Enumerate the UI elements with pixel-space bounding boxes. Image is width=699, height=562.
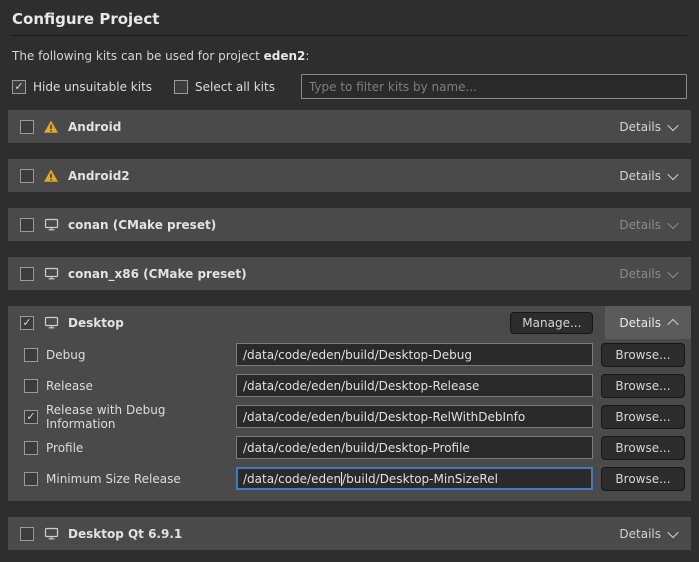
browse-button-minsizerel[interactable]: Browse... <box>601 467 685 491</box>
manage-kits-button[interactable]: Manage... <box>510 312 593 334</box>
kit-name: Android2 <box>68 169 130 183</box>
kit-row-desktop: Desktop Manage... Details <box>8 306 691 339</box>
kit-checkbox-android[interactable] <box>20 120 34 134</box>
build-config-checkbox-minsizerel[interactable] <box>24 472 38 486</box>
select-all-kits-label: Select all kits <box>195 80 275 94</box>
build-dir-input-release[interactable] <box>236 374 593 397</box>
build-config-left: Minimum Size Release <box>24 472 236 486</box>
build-config-checkbox-debug[interactable] <box>24 348 38 362</box>
chevron-down-icon <box>667 526 678 537</box>
kit-row-conan: conan (CMake preset) Details <box>8 208 691 241</box>
chevron-down-icon <box>667 119 678 130</box>
intro-prefix: The following kits can be used for proje… <box>12 49 264 63</box>
kit-list: Android Details Android2 Details conan (… <box>0 110 699 550</box>
build-config-label: Debug <box>46 348 85 362</box>
desktop-monitor-icon <box>43 315 59 331</box>
build-config-row-minsizerel: Minimum Size Release /data/code/eden/bui… <box>8 463 691 494</box>
kit-checkbox-android2[interactable] <box>20 169 34 183</box>
details-toggle-conan-x86: Details <box>605 257 691 290</box>
browse-button-release[interactable]: Browse... <box>601 374 685 398</box>
details-label: Details <box>619 120 661 134</box>
build-config-checkbox-profile[interactable] <box>24 441 38 455</box>
build-config-left: Profile <box>24 441 236 455</box>
warning-icon <box>43 119 59 135</box>
kit-name: conan_x86 (CMake preset) <box>68 267 247 281</box>
kit-filter-bar: Hide unsuitable kits Select all kits <box>12 74 687 99</box>
build-dir-input-relwithdebinfo[interactable] <box>236 405 593 428</box>
build-config-row-release: Release Browse... <box>8 370 691 401</box>
build-config-label: Minimum Size Release <box>46 472 181 486</box>
build-config-left: Release <box>24 379 236 393</box>
kit-checkbox-desktop-qt-691[interactable] <box>20 527 34 541</box>
details-label: Details <box>619 527 661 541</box>
details-toggle-desktop[interactable]: Details <box>605 306 691 339</box>
warning-icon <box>43 168 59 184</box>
details-toggle-android2[interactable]: Details <box>605 159 691 192</box>
path-text-after-caret: /build/Desktop-MinSizeRel <box>342 472 498 486</box>
kit-checkbox-conan[interactable] <box>20 218 34 232</box>
details-toggle-conan: Details <box>605 208 691 241</box>
build-dir-input-debug[interactable] <box>236 343 593 366</box>
build-config-checkbox-relwithdebinfo[interactable] <box>24 410 38 424</box>
chevron-down-icon <box>667 266 678 277</box>
build-dir-input-profile[interactable] <box>236 436 593 459</box>
details-label: Details <box>619 267 661 281</box>
kit-name: conan (CMake preset) <box>68 218 216 232</box>
build-config-row-profile: Profile Browse... <box>8 432 691 463</box>
kit-name: Android <box>68 120 121 134</box>
browse-button-debug[interactable]: Browse... <box>601 343 685 367</box>
build-config-row-relwithdebinfo: Release with Debug Information Browse... <box>8 401 691 432</box>
intro-text: The following kits can be used for proje… <box>12 49 687 63</box>
kit-filter-input[interactable] <box>301 74 687 99</box>
build-dir-input-minsizerel[interactable]: /data/code/eden/build/Desktop-MinSizeRel <box>236 467 593 490</box>
details-toggle-android[interactable]: Details <box>605 110 691 143</box>
kit-group-desktop: Desktop Manage... Details Debug Browse..… <box>8 306 691 501</box>
browse-button-relwithdebinfo[interactable]: Browse... <box>601 405 685 429</box>
intro-suffix: : <box>305 49 309 63</box>
chevron-down-icon <box>667 168 678 179</box>
kit-row-conan-x86: conan_x86 (CMake preset) Details <box>8 257 691 290</box>
details-toggle-desktop-qt-691[interactable]: Details <box>605 517 691 550</box>
kit-row-android: Android Details <box>8 110 691 143</box>
details-label: Details <box>619 169 661 183</box>
desktop-monitor-icon <box>43 266 59 282</box>
build-config-label: Release with Debug Information <box>46 403 236 431</box>
details-label: Details <box>619 218 661 232</box>
build-config-row-debug: Debug Browse... <box>8 339 691 370</box>
kit-name: Desktop <box>68 316 124 330</box>
kit-row-desktop-qt-691: Desktop Qt 6.9.1 Details <box>8 517 691 550</box>
desktop-monitor-icon <box>43 526 59 542</box>
page-title: Configure Project <box>12 10 687 36</box>
build-config-left: Debug <box>24 348 236 362</box>
chevron-down-icon <box>667 217 678 228</box>
desktop-monitor-icon <box>43 217 59 233</box>
select-all-kits-checkbox-group[interactable]: Select all kits <box>174 80 275 94</box>
build-config-left: Release with Debug Information <box>24 403 236 431</box>
build-config-label: Release <box>46 379 93 393</box>
details-label: Details <box>619 316 661 330</box>
kit-row-android2: Android2 Details <box>8 159 691 192</box>
kit-checkbox-conan-x86[interactable] <box>20 267 34 281</box>
select-all-kits-checkbox[interactable] <box>174 80 188 94</box>
hide-unsuitable-kits-checkbox-group[interactable]: Hide unsuitable kits <box>12 80 152 94</box>
build-config-label: Profile <box>46 441 83 455</box>
browse-button-profile[interactable]: Browse... <box>601 436 685 460</box>
configure-project-header: Configure Project The following kits can… <box>0 0 699 99</box>
build-config-checkbox-release[interactable] <box>24 379 38 393</box>
path-text-before-caret: /data/code/eden <box>243 472 341 486</box>
chevron-up-icon <box>667 318 678 329</box>
project-name: eden2 <box>264 49 306 63</box>
kit-name: Desktop Qt 6.9.1 <box>68 527 182 541</box>
hide-unsuitable-kits-label: Hide unsuitable kits <box>33 80 152 94</box>
kit-checkbox-desktop[interactable] <box>20 316 34 330</box>
hide-unsuitable-kits-checkbox[interactable] <box>12 80 26 94</box>
